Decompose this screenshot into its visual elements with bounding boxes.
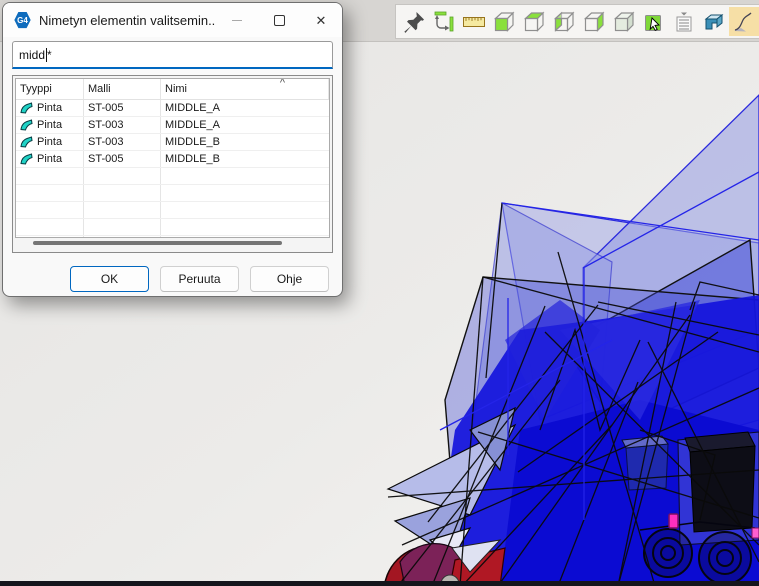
empty-table-row[interactable] — [16, 168, 329, 185]
select-face-icon[interactable] — [639, 7, 669, 36]
view-cube-back-icon[interactable] — [549, 7, 579, 36]
view-cube-side-icon[interactable] — [579, 7, 609, 36]
dialog-buttons: OK Peruuta Ohje — [3, 266, 329, 292]
profile-solid-icon[interactable] — [699, 7, 729, 36]
column-header-malli[interactable]: Malli — [84, 79, 161, 99]
cell-nimi: MIDDLE_B — [161, 151, 329, 167]
cell-tyyppi-label: Pinta — [37, 102, 62, 114]
cell-malli: ST-003 — [84, 117, 161, 133]
cell-tyyppi-label: Pinta — [37, 153, 62, 165]
filter-input-value: midd — [19, 48, 45, 62]
spline-icon[interactable] — [729, 7, 759, 36]
minimize-button[interactable] — [216, 4, 258, 36]
ok-button[interactable]: OK — [70, 266, 149, 292]
view-cube-top-icon[interactable] — [519, 7, 549, 36]
column-header-tyyppi[interactable]: Tyyppi — [16, 79, 84, 99]
element-list: Tyyppi Malli Nimi ^ Pinta ST-005 MIDDLE_… — [12, 75, 333, 253]
measure-offset-icon[interactable] — [429, 7, 459, 36]
empty-table-row[interactable] — [16, 219, 329, 236]
notes-list-icon[interactable] — [669, 7, 699, 36]
cell-nimi: MIDDLE_A — [161, 100, 329, 116]
dialog-titlebar[interactable]: G4 Nimetyn elementin valitsemin... ✕ — [3, 3, 342, 37]
horizontal-scrollbar[interactable] — [15, 238, 330, 248]
minimize-icon — [232, 20, 242, 21]
surface-icon — [20, 153, 33, 165]
table-row[interactable]: Pinta ST-003 MIDDLE_A — [16, 117, 329, 134]
scrollbar-thumb[interactable] — [33, 241, 281, 245]
g4-app-icon: G4 — [14, 12, 31, 29]
table-row[interactable]: Pinta ST-005 MIDDLE_A — [16, 100, 329, 117]
filter-input[interactable]: midd * — [12, 41, 333, 69]
close-icon: ✕ — [316, 14, 327, 27]
grid-header-row: Tyyppi Malli Nimi ^ — [16, 79, 329, 100]
surface-icon — [20, 119, 33, 131]
surface-icon — [20, 136, 33, 148]
cell-malli: ST-005 — [84, 100, 161, 116]
ruler-icon[interactable] — [459, 7, 489, 36]
help-button[interactable]: Ohje — [250, 266, 329, 292]
surface-icon — [20, 102, 33, 114]
element-grid: Tyyppi Malli Nimi ^ Pinta ST-005 MIDDLE_… — [15, 78, 330, 238]
table-row[interactable]: Pinta ST-003 MIDDLE_B — [16, 134, 329, 151]
filter-wildcard: * — [47, 50, 52, 60]
cell-tyyppi-label: Pinta — [37, 119, 62, 131]
table-row[interactable]: Pinta ST-005 MIDDLE_B — [16, 151, 329, 168]
viewport-bottom-edge — [0, 581, 759, 586]
toolbar — [395, 4, 759, 39]
empty-table-row[interactable] — [16, 236, 329, 238]
cell-malli: ST-003 — [84, 134, 161, 150]
application-window: G4 Nimetyn elementin valitsemin... ✕ mid… — [0, 0, 759, 586]
solid-cube-icon[interactable] — [609, 7, 639, 36]
column-header-nimi[interactable]: Nimi — [161, 79, 329, 99]
dialog-title: Nimetyn elementin valitsemin... — [39, 13, 216, 28]
cell-nimi: MIDDLE_A — [161, 117, 329, 133]
cell-malli: ST-005 — [84, 151, 161, 167]
maximize-icon — [274, 15, 285, 26]
sort-ascending-icon[interactable]: ^ — [280, 78, 285, 89]
cell-nimi: MIDDLE_B — [161, 134, 329, 150]
empty-table-row[interactable] — [16, 185, 329, 202]
maximize-button[interactable] — [258, 4, 300, 36]
cancel-button[interactable]: Peruuta — [160, 266, 239, 292]
empty-table-row[interactable] — [16, 202, 329, 219]
pin-icon[interactable] — [399, 7, 429, 36]
named-element-dialog: G4 Nimetyn elementin valitsemin... ✕ mid… — [2, 2, 343, 297]
view-cube-front-icon[interactable] — [489, 7, 519, 36]
cell-tyyppi-label: Pinta — [37, 136, 62, 148]
close-button[interactable]: ✕ — [300, 4, 342, 36]
table-body: Pinta ST-005 MIDDLE_A Pinta ST-003 MIDDL… — [16, 100, 329, 238]
